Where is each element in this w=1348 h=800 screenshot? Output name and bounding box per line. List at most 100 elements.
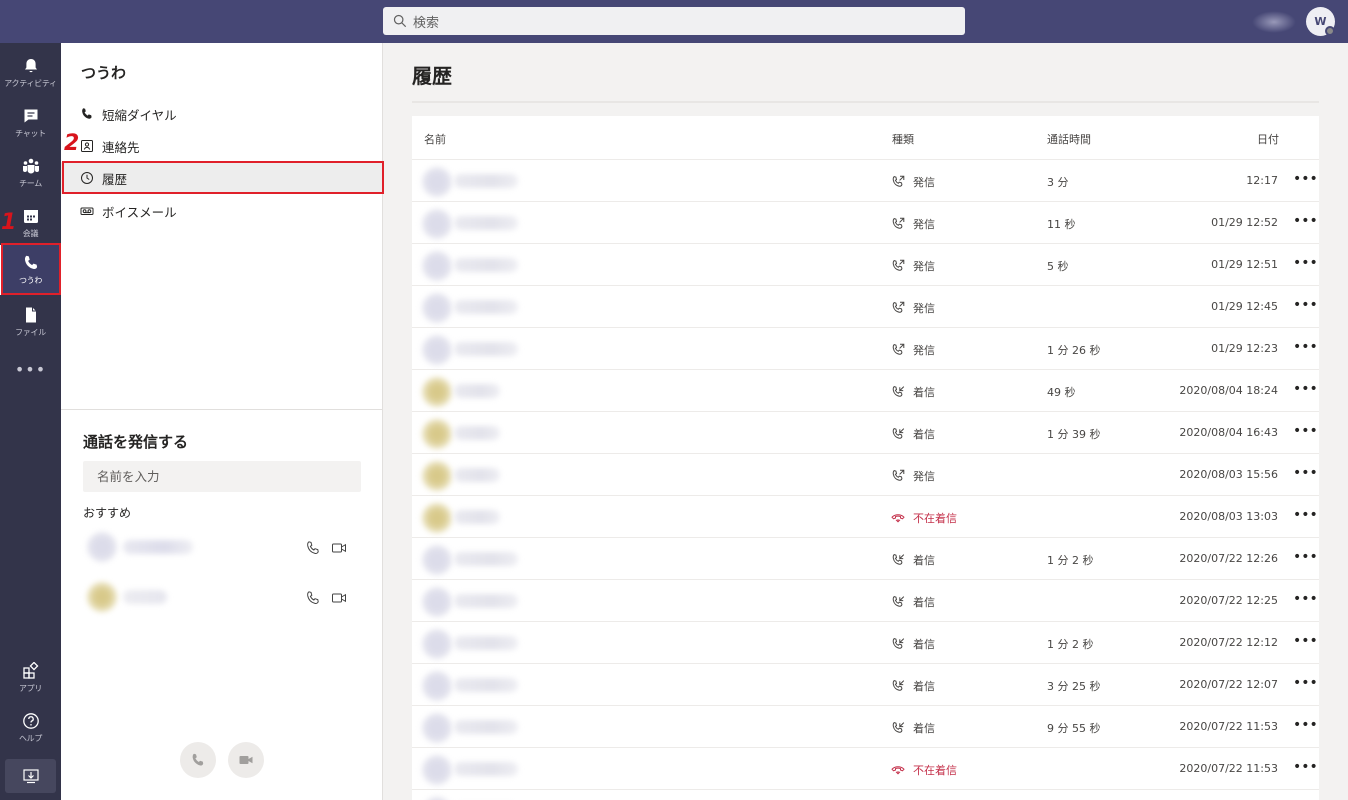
row-more-button[interactable]: ••• [1293, 255, 1318, 271]
recommended-label: おすすめ [83, 506, 132, 520]
table-row[interactable] [412, 790, 1319, 800]
row-more-button[interactable]: ••• [1293, 213, 1318, 229]
table-row[interactable]: 不在着信 2020/08/03 13:03 ••• [412, 496, 1319, 538]
table-row[interactable]: 着信 3 分 25 秒 2020/07/22 12:07 ••• [412, 664, 1319, 706]
outgoing-call-icon [892, 175, 905, 187]
col-type[interactable]: 種類 [892, 131, 914, 147]
call-type: 着信 [891, 678, 935, 694]
dial-title: 通話を発信する [83, 433, 189, 451]
video-icon[interactable] [331, 540, 347, 556]
row-more-button[interactable]: ••• [1293, 759, 1318, 775]
rail-item-activity[interactable]: アクティビティ [0, 48, 61, 98]
table-row[interactable]: 着信 49 秒 2020/08/04 18:24 ••• [412, 370, 1319, 412]
table-row[interactable]: 発信 5 秒 01/29 12:51 ••• [412, 244, 1319, 286]
table-row[interactable]: 不在着信 2020/07/22 11:53 ••• [412, 748, 1319, 790]
rail-label: アプリ [18, 684, 43, 693]
caller-name-blurred [454, 636, 518, 650]
download-button[interactable] [5, 759, 56, 793]
call-type-label: 着信 [913, 386, 935, 399]
call-duration: 3 分 [1047, 176, 1069, 189]
table-row[interactable]: 着信 1 分 2 秒 2020/07/22 12:12 ••• [412, 622, 1319, 664]
video-call-button[interactable] [228, 742, 264, 778]
col-name[interactable]: 名前 [424, 131, 446, 147]
rail-item-teams[interactable]: チーム [0, 148, 61, 198]
rail-label: ファイル [15, 328, 46, 337]
call-date: 2020/08/04 16:43 [1179, 426, 1278, 439]
caller-avatar-blurred [422, 587, 452, 617]
caller-name-blurred [454, 594, 518, 608]
row-more-button[interactable]: ••• [1293, 633, 1318, 649]
row-more-button[interactable]: ••• [1293, 339, 1318, 355]
table-row[interactable]: 着信 1 分 39 秒 2020/08/04 16:43 ••• [412, 412, 1319, 454]
row-more-button[interactable]: ••• [1293, 171, 1318, 187]
status-blur [1252, 11, 1296, 33]
table-row[interactable]: 着信 9 分 55 秒 2020/07/22 11:53 ••• [412, 706, 1319, 748]
nav-voicemail[interactable]: ボイスメール [61, 195, 383, 227]
table-row[interactable]: 発信 01/29 12:45 ••• [412, 286, 1319, 328]
rail-item-help[interactable]: ヘルプ [0, 703, 61, 753]
caller-avatar-blurred [422, 167, 452, 197]
row-more-button[interactable]: ••• [1293, 549, 1318, 565]
nav-label: ボイスメール [102, 204, 177, 220]
caller-avatar-blurred [422, 461, 452, 491]
missed-call-icon [891, 514, 905, 523]
call-type-label: 発信 [913, 218, 935, 231]
row-more-button[interactable]: ••• [1293, 591, 1318, 607]
apps-icon [22, 662, 38, 679]
col-date[interactable]: 日付 [1257, 131, 1279, 147]
call-type-label: 発信 [913, 344, 935, 357]
row-more-button[interactable]: ••• [1293, 297, 1318, 313]
recommended-contact[interactable] [83, 578, 363, 618]
presence-badge [1325, 26, 1335, 36]
contact-name-blurred [123, 540, 193, 554]
search-box[interactable]: 検索 [383, 7, 965, 35]
table-row[interactable]: 着信 2020/07/22 12:25 ••• [412, 580, 1319, 622]
voicemail-icon [80, 207, 94, 215]
phone-icon[interactable] [305, 540, 321, 556]
call-duration: 1 分 39 秒 [1047, 428, 1101, 441]
rail-item-files[interactable]: ファイル [0, 297, 61, 347]
call-duration: 5 秒 [1047, 260, 1069, 273]
highlight-calls-rail [1, 243, 61, 295]
row-more-button[interactable]: ••• [1293, 675, 1318, 691]
table-row[interactable]: 発信 3 分 12:17 ••• [412, 160, 1319, 202]
page-title: 履歴 [412, 64, 452, 88]
video-icon[interactable] [331, 590, 347, 606]
download-icon [22, 769, 39, 784]
table-row[interactable]: 発信 11 秒 01/29 12:52 ••• [412, 202, 1319, 244]
table-header: 名前 種類 通話時間 日付 [412, 116, 1319, 160]
call-date: 2020/07/22 11:53 [1179, 762, 1278, 775]
col-duration[interactable]: 通話時間 [1047, 131, 1091, 147]
call-date: 2020/07/22 11:53 [1179, 720, 1278, 733]
caller-name-blurred [454, 762, 518, 776]
incoming-call-icon [892, 722, 905, 733]
rail-item-apps[interactable]: アプリ [0, 653, 61, 703]
call-button[interactable] [180, 742, 216, 778]
call-type: 着信 [891, 636, 935, 652]
nav-contacts[interactable]: 連絡先 [61, 130, 383, 162]
row-more-button[interactable]: ••• [1293, 717, 1318, 733]
highlight-history-nav [62, 161, 384, 194]
row-more-button[interactable]: ••• [1293, 507, 1318, 523]
nav-speed-dial[interactable]: 短縮ダイヤル [61, 98, 383, 130]
caller-name-blurred [454, 342, 518, 356]
rail-more-button[interactable]: ••• [0, 344, 61, 394]
call-type: 着信 [891, 384, 935, 400]
rail-item-chat[interactable]: チャット [0, 98, 61, 148]
caller-avatar-blurred [422, 419, 452, 449]
table-row[interactable]: 発信 1 分 26 秒 01/29 12:23 ••• [412, 328, 1319, 370]
table-row[interactable]: 着信 1 分 2 秒 2020/07/22 12:26 ••• [412, 538, 1319, 580]
row-more-button[interactable]: ••• [1293, 381, 1318, 397]
call-type: 発信 [891, 174, 935, 190]
row-more-button[interactable]: ••• [1293, 423, 1318, 439]
caller-name-blurred [454, 552, 518, 566]
call-duration: 11 秒 [1047, 218, 1076, 231]
history-table: 名前 種類 通話時間 日付 発信 3 分 12:17 ••• 発信 11 秒 01/29 1… [412, 116, 1319, 800]
name-input[interactable] [83, 461, 361, 492]
recommended-contact[interactable] [83, 528, 363, 568]
bell-icon [24, 59, 37, 73]
table-row[interactable]: 発信 2020/08/03 15:56 ••• [412, 454, 1319, 496]
row-more-button[interactable]: ••• [1293, 465, 1318, 481]
phone-icon[interactable] [305, 590, 321, 606]
call-type: 発信 [891, 216, 935, 232]
